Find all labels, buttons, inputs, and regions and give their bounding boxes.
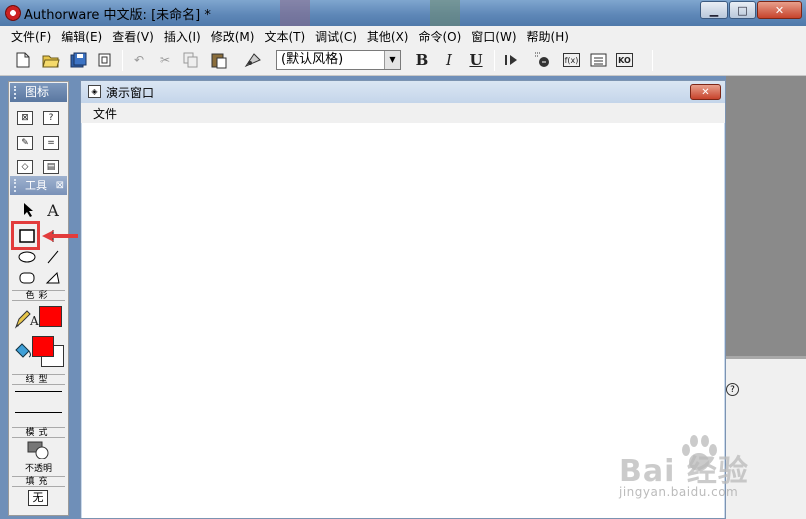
tool-palette: 图标 ⊠ ? ✎ = ◇ ▤ 工具 ⊠ A 色彩 A 线型 模式 不透明 填充 … bbox=[8, 81, 69, 516]
menu-window[interactable]: 窗口(W) bbox=[466, 28, 521, 45]
map-icon-button[interactable]: = bbox=[41, 134, 61, 152]
paint-bucket-icon[interactable] bbox=[12, 340, 34, 362]
functions-button[interactable]: f(x) bbox=[563, 53, 580, 67]
menu-help[interactable]: 帮助(H) bbox=[522, 28, 574, 45]
line-style-thin[interactable] bbox=[15, 391, 62, 392]
pencil-icon[interactable]: A bbox=[13, 308, 39, 330]
menu-insert[interactable]: 插入(I) bbox=[159, 28, 206, 45]
background-window-decoration bbox=[280, 0, 310, 26]
color-section-label: 色彩 bbox=[12, 290, 65, 301]
menu-modify[interactable]: 修改(M) bbox=[206, 28, 260, 45]
rectangle-tool-highlight bbox=[11, 221, 40, 250]
menu-command[interactable]: 命令(O) bbox=[413, 28, 466, 45]
fill-section-label: 填充 bbox=[12, 476, 65, 487]
icons-palette-header[interactable]: 图标 bbox=[10, 83, 67, 102]
presentation-title-bar[interactable]: ◈ 演示窗口 ✕ bbox=[81, 81, 725, 103]
pointer-tool[interactable] bbox=[18, 201, 38, 219]
fill-pattern-button[interactable]: 无 bbox=[28, 490, 48, 506]
presentation-menu-file[interactable]: 文件 bbox=[93, 105, 117, 122]
grip-handle-icon[interactable] bbox=[14, 86, 19, 99]
icons-palette-title: 图标 bbox=[25, 85, 50, 99]
chevron-down-icon[interactable]: ▼ bbox=[384, 51, 400, 69]
underline-button[interactable]: U bbox=[467, 51, 485, 69]
ellipse-tool[interactable] bbox=[17, 248, 37, 266]
toolbar: ↶ ✂ (默认风格) ▼ B I U f(x) KO bbox=[0, 46, 806, 76]
line-style-thin-2[interactable] bbox=[15, 412, 62, 413]
menu-bar: 文件(F) 编辑(E) 查看(V) 插入(I) 修改(M) 文本(T) 调试(C… bbox=[0, 26, 806, 46]
interaction-icon-button[interactable]: ? bbox=[41, 109, 61, 127]
menu-view[interactable]: 查看(V) bbox=[107, 28, 159, 45]
tools-palette-header[interactable]: 工具 ⊠ bbox=[10, 176, 67, 195]
mode-section-label: 模式 bbox=[12, 427, 65, 438]
menu-other[interactable]: 其他(X) bbox=[362, 28, 414, 45]
paste-icon[interactable] bbox=[210, 51, 228, 69]
background-window-decoration bbox=[430, 0, 460, 26]
mode-value: 不透明 bbox=[24, 464, 52, 474]
video-icon-button[interactable]: ▤ bbox=[41, 158, 61, 176]
close-icon[interactable]: ⊠ bbox=[56, 176, 64, 195]
text-tool[interactable]: A bbox=[43, 201, 63, 220]
diagonal-line-tool[interactable] bbox=[43, 248, 63, 266]
watermark-url: jingyan.baidu.com bbox=[619, 485, 739, 499]
display-icon-button[interactable]: ⊠ bbox=[15, 109, 35, 127]
knowledge-objects-button[interactable]: KO bbox=[616, 53, 633, 67]
menu-debug[interactable]: 调试(C) bbox=[310, 28, 362, 45]
text-color-letter: A bbox=[30, 314, 39, 328]
stroke-color-swatch[interactable] bbox=[39, 306, 62, 327]
save-all-icon[interactable] bbox=[70, 51, 88, 69]
variables-icon[interactable] bbox=[589, 51, 607, 69]
menu-text[interactable]: 文本(T) bbox=[259, 28, 310, 45]
baidu-watermark: Bai 经验 jingyan.baidu.com bbox=[615, 430, 795, 515]
line-type-label: 线型 bbox=[12, 374, 65, 385]
presentation-menu-bar: 文件 bbox=[81, 103, 725, 123]
rounded-rectangle-tool[interactable] bbox=[17, 269, 37, 287]
erase-icon-button[interactable]: ◇ bbox=[15, 158, 35, 176]
grip-handle-icon[interactable] bbox=[14, 179, 19, 192]
import-icon[interactable] bbox=[96, 51, 114, 69]
undo-icon[interactable]: ↶ bbox=[130, 51, 148, 69]
run-icon[interactable] bbox=[503, 51, 521, 69]
presentation-window-icon: ◈ bbox=[88, 85, 101, 98]
fill-foreground-swatch[interactable] bbox=[32, 336, 54, 357]
style-select-value: (默认风格) bbox=[281, 52, 344, 67]
help-icon[interactable]: ? bbox=[726, 383, 739, 396]
authorware-app-icon[interactable] bbox=[5, 5, 21, 21]
control-panel-icon[interactable] bbox=[534, 51, 552, 69]
cut-icon[interactable]: ✂ bbox=[156, 51, 174, 69]
minimize-button[interactable]: ▁ bbox=[700, 1, 728, 19]
calculation-icon-button[interactable]: ✎ bbox=[15, 134, 35, 152]
title-bar: Authorware 中文版: [未命名] * ▁ □ ✕ bbox=[0, 0, 806, 26]
polygon-tool[interactable] bbox=[43, 269, 63, 287]
presentation-title: 演示窗口 bbox=[106, 86, 155, 100]
tools-palette-title: 工具 bbox=[25, 179, 47, 192]
opaque-mode-icon[interactable] bbox=[25, 441, 53, 459]
copy-icon[interactable] bbox=[182, 51, 200, 69]
open-folder-icon[interactable] bbox=[42, 51, 60, 69]
presentation-close-button[interactable]: ✕ bbox=[690, 84, 721, 100]
annotation-arrow-icon bbox=[42, 230, 78, 242]
italic-button[interactable]: I bbox=[440, 51, 458, 69]
maximize-button[interactable]: □ bbox=[729, 1, 756, 19]
bold-button[interactable]: B bbox=[413, 51, 431, 69]
style-select[interactable]: (默认风格) ▼ bbox=[276, 50, 401, 70]
paw-logo-icon bbox=[682, 435, 717, 471]
menu-file[interactable]: 文件(F) bbox=[6, 28, 56, 45]
design-workspace bbox=[726, 76, 806, 356]
menu-edit[interactable]: 编辑(E) bbox=[56, 28, 107, 45]
window-title: Authorware 中文版: [未命名] * bbox=[24, 8, 211, 23]
close-button[interactable]: ✕ bbox=[757, 1, 802, 19]
new-file-icon[interactable] bbox=[14, 51, 32, 69]
find-icon[interactable] bbox=[244, 51, 262, 69]
